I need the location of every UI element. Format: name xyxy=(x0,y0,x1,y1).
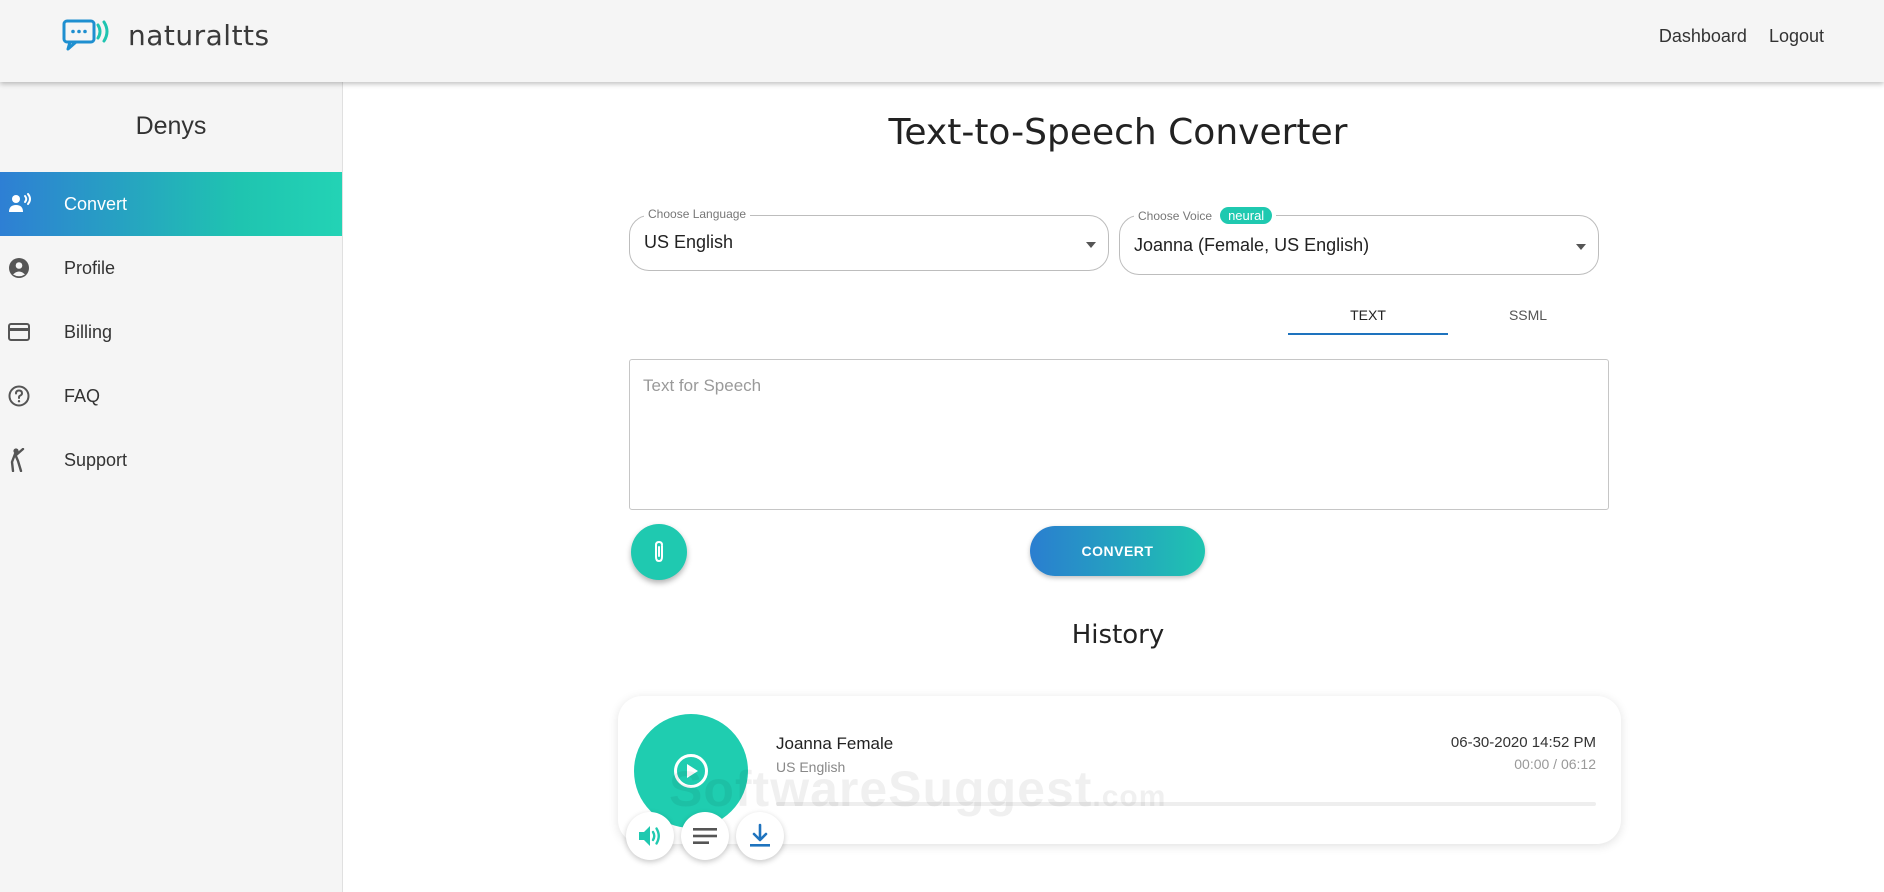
sidebar-item-label: Profile xyxy=(64,257,116,278)
language-select-label-text: Choose Language xyxy=(648,207,747,221)
attach-file-button[interactable] xyxy=(631,524,687,580)
neural-badge: neural xyxy=(1220,207,1273,224)
voice-select-label-text: Choose Voice xyxy=(1138,208,1213,223)
speech-text-input[interactable] xyxy=(629,359,1609,510)
download-button[interactable] xyxy=(736,812,784,860)
top-nav: Dashboard Logout xyxy=(1659,26,1824,47)
history-duration: 00:00 / 06:12 xyxy=(1514,756,1596,772)
download-icon xyxy=(750,823,770,847)
text-lines-icon xyxy=(693,828,717,844)
voice-select[interactable]: Choose Voice neural Joanna (Female, US E… xyxy=(1119,207,1599,275)
username: Denys xyxy=(135,112,207,140)
sidebar-item-faq[interactable]: FAQ xyxy=(0,364,342,428)
sidebar-item-billing[interactable]: Billing xyxy=(0,300,342,364)
top-bar: naturaltts Dashboard Logout xyxy=(0,0,1884,82)
sidebar-item-convert[interactable]: Convert xyxy=(0,172,342,236)
logo-text: naturaltts xyxy=(128,18,270,52)
convert-button[interactable]: CONVERT xyxy=(1030,526,1205,576)
show-text-button[interactable] xyxy=(681,812,729,860)
logo-icon xyxy=(62,19,109,51)
play-button[interactable] xyxy=(634,714,748,828)
input-mode-tabs: TEXT SSML xyxy=(1288,297,1608,335)
voice-select-label: Choose Voice neural xyxy=(1134,207,1277,224)
sidebar-item-profile[interactable]: Profile xyxy=(0,236,342,300)
language-select[interactable]: Choose Language US English xyxy=(629,207,1109,271)
person-icon xyxy=(8,448,48,472)
chevron-down-icon xyxy=(1576,244,1586,250)
help-icon xyxy=(8,384,48,408)
logout-link[interactable]: Logout xyxy=(1769,26,1824,47)
sidebar: Denys Convert Profile Billing FAQ Suppor… xyxy=(0,82,343,892)
logo[interactable]: naturaltts xyxy=(62,18,270,52)
voice-select-value: Joanna (Female, US English) xyxy=(1134,235,1370,255)
tab-ssml[interactable]: SSML xyxy=(1448,297,1608,335)
play-icon xyxy=(674,754,708,788)
history-title: History xyxy=(1071,620,1165,650)
history-language: US English xyxy=(776,759,846,775)
paperclip-icon xyxy=(655,540,663,563)
volume-icon xyxy=(639,826,660,846)
history-voice-name: Joanna Female xyxy=(776,734,894,753)
user-icon xyxy=(8,256,48,280)
dashboard-link[interactable]: Dashboard xyxy=(1659,26,1747,47)
sidebar-item-support[interactable]: Support xyxy=(0,428,342,492)
tab-text[interactable]: TEXT xyxy=(1288,297,1448,335)
language-select-value: US English xyxy=(644,232,734,252)
playback-progress-bar[interactable] xyxy=(776,802,1596,806)
language-select-label: Choose Language xyxy=(644,207,751,221)
sidebar-item-label: FAQ xyxy=(64,385,101,406)
volume-button[interactable] xyxy=(626,812,674,860)
page-title: Text-to-Speech Converter xyxy=(888,112,1348,153)
chevron-down-icon xyxy=(1086,242,1096,248)
sidebar-item-label: Support xyxy=(64,449,128,470)
main-content: Text-to-Speech Converter Choose Language… xyxy=(344,82,1884,892)
sidebar-item-label: Billing xyxy=(64,321,113,342)
credit-card-icon xyxy=(8,320,48,344)
sidebar-item-label: Convert xyxy=(64,193,128,214)
history-date: 06-30-2020 14:52 PM xyxy=(1450,734,1596,751)
voice-icon xyxy=(8,192,48,216)
